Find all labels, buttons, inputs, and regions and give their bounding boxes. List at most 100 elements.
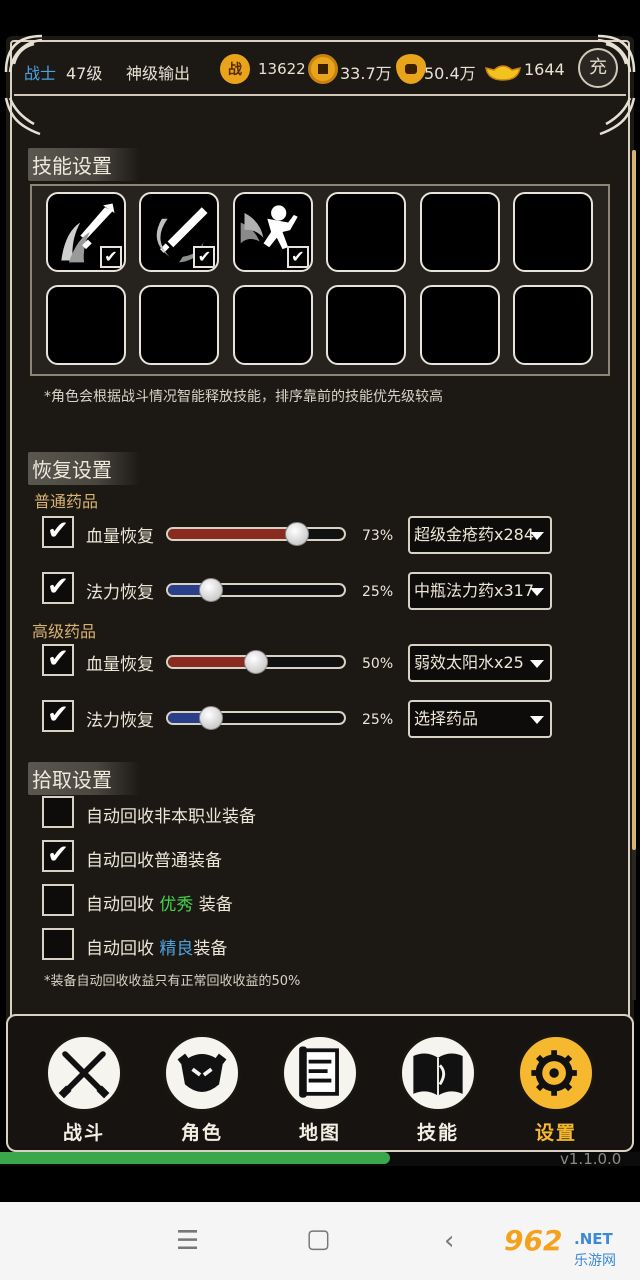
nav-label: 角色 bbox=[180, 1122, 223, 1144]
nav-button[interactable] bbox=[399, 1034, 477, 1112]
potion-select[interactable]: 超级金疮药x284 bbox=[408, 516, 552, 554]
watermark-number: 962 bbox=[504, 1224, 563, 1257]
recovery-threshold-slider[interactable] bbox=[166, 527, 346, 541]
skill-slot-empty[interactable] bbox=[419, 192, 500, 272]
recovery-threshold-slider[interactable] bbox=[166, 583, 346, 597]
advanced-potions-title: 高级药品 bbox=[32, 622, 97, 641]
home-icon[interactable]: ▢ bbox=[306, 1224, 331, 1254]
recovery-checkbox[interactable]: ✔ bbox=[42, 572, 74, 604]
money-bag-value: 50.4万 bbox=[424, 64, 476, 83]
skill-slot-empty[interactable] bbox=[513, 285, 593, 365]
pickup-label: 自动回收 优秀 装备 bbox=[86, 895, 233, 915]
spellbook-icon bbox=[413, 1053, 463, 1096]
coin-icon bbox=[308, 54, 338, 84]
status-bar bbox=[0, 0, 640, 34]
combat-power-value: 13622 bbox=[258, 60, 306, 78]
pickup-checkbox[interactable] bbox=[42, 884, 74, 916]
player-title: 神级输出 bbox=[126, 64, 191, 83]
skills-section-title: 技能设置 bbox=[28, 148, 140, 181]
quality-highlight: 优秀 bbox=[159, 895, 194, 915]
pickup-checkbox[interactable] bbox=[42, 796, 74, 828]
recovery-checkbox[interactable]: ✔ bbox=[42, 644, 74, 676]
recovery-percent: 50% bbox=[362, 656, 394, 672]
potion-select-value: 超级金疮药x284 bbox=[414, 525, 535, 544]
caret-down-icon bbox=[530, 716, 544, 724]
menu-icon[interactable]: ☰ bbox=[176, 1226, 199, 1256]
gold-ingot-value: 1644 bbox=[524, 60, 565, 79]
watermark-net: .NET bbox=[574, 1230, 613, 1248]
recovery-label: 法力恢复 bbox=[86, 711, 154, 731]
nav-tab-4[interactable]: 设置 bbox=[516, 1034, 596, 1144]
player-header: 战士 47级 神级输出 战 13622 33.7万 50.4万 1644 bbox=[14, 44, 626, 96]
crossed-swords-icon bbox=[58, 1051, 110, 1099]
skill-enabled-checkbox[interactable]: ✔ bbox=[193, 246, 216, 268]
potion-select[interactable]: 中瓶法力药x317 bbox=[408, 572, 552, 610]
quality-highlight: 精良 bbox=[159, 939, 194, 959]
skill-slot-empty[interactable] bbox=[419, 285, 500, 365]
recovery-checkbox[interactable]: ✔ bbox=[42, 516, 74, 548]
pickup-checkbox[interactable]: ✔ bbox=[42, 840, 74, 872]
nav-tab-2[interactable]: 地图 bbox=[280, 1034, 360, 1144]
nav-label: 设置 bbox=[534, 1122, 577, 1144]
skill-slot-empty[interactable] bbox=[139, 285, 220, 365]
nav-tab-1[interactable]: 角色 bbox=[162, 1034, 242, 1144]
site-watermark: 962 .NET 乐游网 bbox=[498, 1224, 638, 1274]
back-icon[interactable]: ‹ bbox=[444, 1226, 454, 1256]
skill-slot-empty[interactable] bbox=[326, 192, 407, 272]
skill-slot-filled[interactable]: ✔ bbox=[46, 192, 126, 272]
pickup-label: 自动回收非本职业装备 bbox=[86, 807, 256, 827]
ornament-corner-icon bbox=[599, 97, 636, 136]
nav-label: 战斗 bbox=[62, 1122, 105, 1144]
recovery-percent: 73% bbox=[362, 528, 394, 544]
game-settings-screen: 战士 47级 神级输出 战 13622 33.7万 50.4万 1644 充 技… bbox=[0, 0, 640, 1280]
skill-enabled-checkbox[interactable]: ✔ bbox=[100, 246, 122, 268]
recovery-label: 血量恢复 bbox=[86, 655, 154, 675]
nav-tab-3[interactable]: 技能 bbox=[398, 1034, 478, 1144]
scrollbar-thumb[interactable] bbox=[632, 150, 636, 850]
skill-slot-empty[interactable] bbox=[46, 285, 126, 365]
recovery-label: 血量恢复 bbox=[86, 527, 154, 547]
slider-knob[interactable] bbox=[244, 650, 268, 674]
recovery-section-title: 恢复设置 bbox=[28, 452, 140, 485]
pickup-label: 自动回收普通装备 bbox=[86, 851, 222, 871]
nav-button[interactable] bbox=[517, 1034, 595, 1112]
skills-note: *角色会根据战斗情况智能释放技能，排序靠前的技能优先级较高 bbox=[44, 389, 443, 405]
skill-slot-filled[interactable]: ✔ bbox=[232, 192, 313, 272]
skill-slot-empty[interactable] bbox=[232, 285, 313, 365]
skill-slot-filled[interactable]: ✔ bbox=[139, 192, 220, 272]
nav-button[interactable] bbox=[45, 1034, 123, 1112]
potion-select-value: 选择药品 bbox=[414, 709, 479, 728]
pickup-label: 自动回收 精良装备 bbox=[86, 939, 228, 959]
ornament-corner-icon bbox=[4, 97, 41, 136]
scroll-map-icon bbox=[299, 1046, 339, 1098]
recharge-button[interactable]: 充 bbox=[578, 48, 618, 88]
potion-select-value: 中瓶法力药x317 bbox=[414, 581, 535, 600]
skill-slot-empty[interactable] bbox=[326, 285, 407, 365]
combat-power-icon: 战 bbox=[220, 54, 250, 84]
recovery-threshold-slider[interactable] bbox=[166, 711, 346, 725]
nav-label: 地图 bbox=[298, 1122, 341, 1144]
class-name: 战士 bbox=[24, 64, 57, 83]
nav-button[interactable] bbox=[163, 1034, 241, 1112]
slider-knob[interactable] bbox=[199, 706, 223, 730]
potion-select[interactable]: 弱效太阳水x25 bbox=[408, 644, 552, 682]
nav-tab-0[interactable]: 战斗 bbox=[44, 1034, 124, 1144]
pickup-checkbox[interactable] bbox=[42, 928, 74, 960]
recovery-percent: 25% bbox=[362, 712, 394, 728]
recovery-checkbox[interactable]: ✔ bbox=[42, 700, 74, 732]
skill-slot-empty[interactable] bbox=[513, 192, 593, 272]
skill-enabled-checkbox[interactable]: ✔ bbox=[286, 246, 309, 268]
caret-down-icon bbox=[530, 588, 544, 596]
gears-icon bbox=[531, 1050, 577, 1096]
recovery-percent: 25% bbox=[362, 584, 394, 600]
experience-fill bbox=[0, 1152, 391, 1164]
slider-fill bbox=[168, 657, 256, 667]
nav-label: 技能 bbox=[416, 1122, 459, 1144]
nav-button[interactable] bbox=[281, 1034, 359, 1112]
potion-select-value: 弱效太阳水x25 bbox=[414, 653, 524, 672]
pickup-section-title: 拾取设置 bbox=[28, 762, 140, 795]
slider-knob[interactable] bbox=[199, 578, 223, 602]
potion-select[interactable]: 选择药品 bbox=[408, 700, 552, 738]
slider-fill bbox=[168, 529, 297, 539]
bottom-spacer bbox=[0, 1166, 640, 1202]
